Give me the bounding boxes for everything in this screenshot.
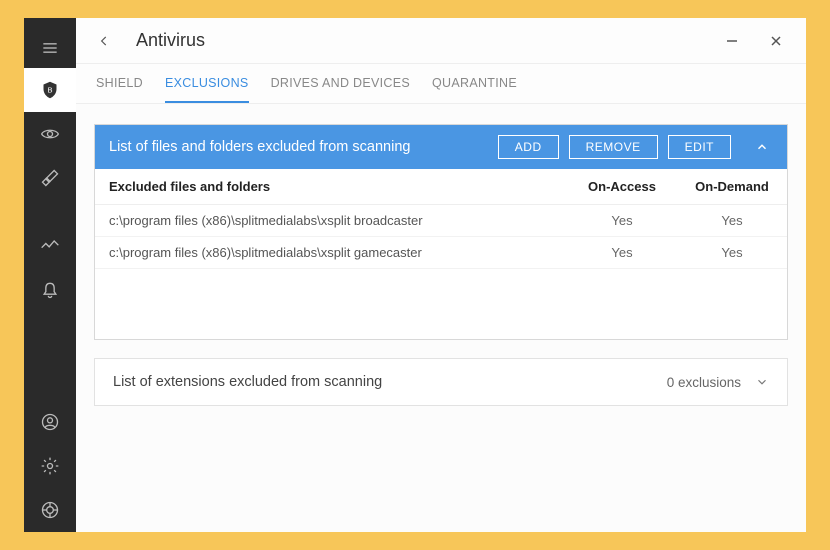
menu-icon[interactable] xyxy=(24,28,76,68)
tab-quarantine[interactable]: QUARANTINE xyxy=(432,64,517,103)
cell-path: c:\program files (x86)\splitmedialabs\xs… xyxy=(95,205,567,237)
col-onaccess: On-Access xyxy=(567,169,677,205)
tab-shield[interactable]: SHIELD xyxy=(96,64,143,103)
cell-ondemand: Yes xyxy=(677,205,787,237)
page-title: Antivirus xyxy=(136,30,205,51)
files-panel-header: List of files and folders excluded from … xyxy=(95,125,787,169)
shield-icon[interactable]: B xyxy=(24,68,76,112)
extensions-panel-title: List of extensions excluded from scannin… xyxy=(113,374,382,390)
tabs: SHIELD EXCLUSIONS DRIVES AND DEVICES QUA… xyxy=(76,64,806,104)
close-button[interactable] xyxy=(768,33,784,49)
files-panel-title: List of files and folders excluded from … xyxy=(109,139,410,155)
back-button[interactable] xyxy=(90,27,118,55)
extensions-count: 0 exclusions xyxy=(667,375,741,390)
chevron-down-icon[interactable] xyxy=(755,375,769,389)
cell-ondemand: Yes xyxy=(677,237,787,269)
activity-icon[interactable] xyxy=(24,224,76,268)
col-ondemand: On-Demand xyxy=(677,169,787,205)
content: List of files and folders excluded from … xyxy=(76,104,806,532)
sidebar: B xyxy=(24,18,76,532)
table-row[interactable]: c:\program files (x86)\splitmedialabs\xs… xyxy=(95,205,787,237)
gear-icon[interactable] xyxy=(24,444,76,488)
tab-exclusions[interactable]: EXCLUSIONS xyxy=(165,64,249,103)
add-button[interactable]: ADD xyxy=(498,135,559,159)
help-icon[interactable] xyxy=(24,488,76,532)
eye-icon[interactable] xyxy=(24,112,76,156)
cell-onaccess: Yes xyxy=(567,237,677,269)
exclusions-table: Excluded files and folders On-Access On-… xyxy=(95,169,787,269)
user-icon[interactable] xyxy=(24,400,76,444)
collapse-icon[interactable] xyxy=(751,136,773,158)
extensions-panel[interactable]: List of extensions excluded from scannin… xyxy=(94,358,788,406)
cell-onaccess: Yes xyxy=(567,205,677,237)
tab-drives[interactable]: DRIVES AND DEVICES xyxy=(271,64,410,103)
remove-button[interactable]: REMOVE xyxy=(569,135,658,159)
app-window: B Antivirus xyxy=(24,18,806,532)
col-path: Excluded files and folders xyxy=(95,169,567,205)
edit-button[interactable]: EDIT xyxy=(668,135,731,159)
minimize-button[interactable] xyxy=(724,33,740,49)
table-row[interactable]: c:\program files (x86)\splitmedialabs\xs… xyxy=(95,237,787,269)
svg-text:B: B xyxy=(47,86,52,95)
main-area: Antivirus SHIELD EXCLUSIONS DRIVES AND D… xyxy=(76,18,806,532)
files-panel: List of files and folders excluded from … xyxy=(94,124,788,340)
bell-icon[interactable] xyxy=(24,268,76,312)
cell-path: c:\program files (x86)\splitmedialabs\xs… xyxy=(95,237,567,269)
titlebar: Antivirus xyxy=(76,18,806,64)
tools-icon[interactable] xyxy=(24,156,76,200)
